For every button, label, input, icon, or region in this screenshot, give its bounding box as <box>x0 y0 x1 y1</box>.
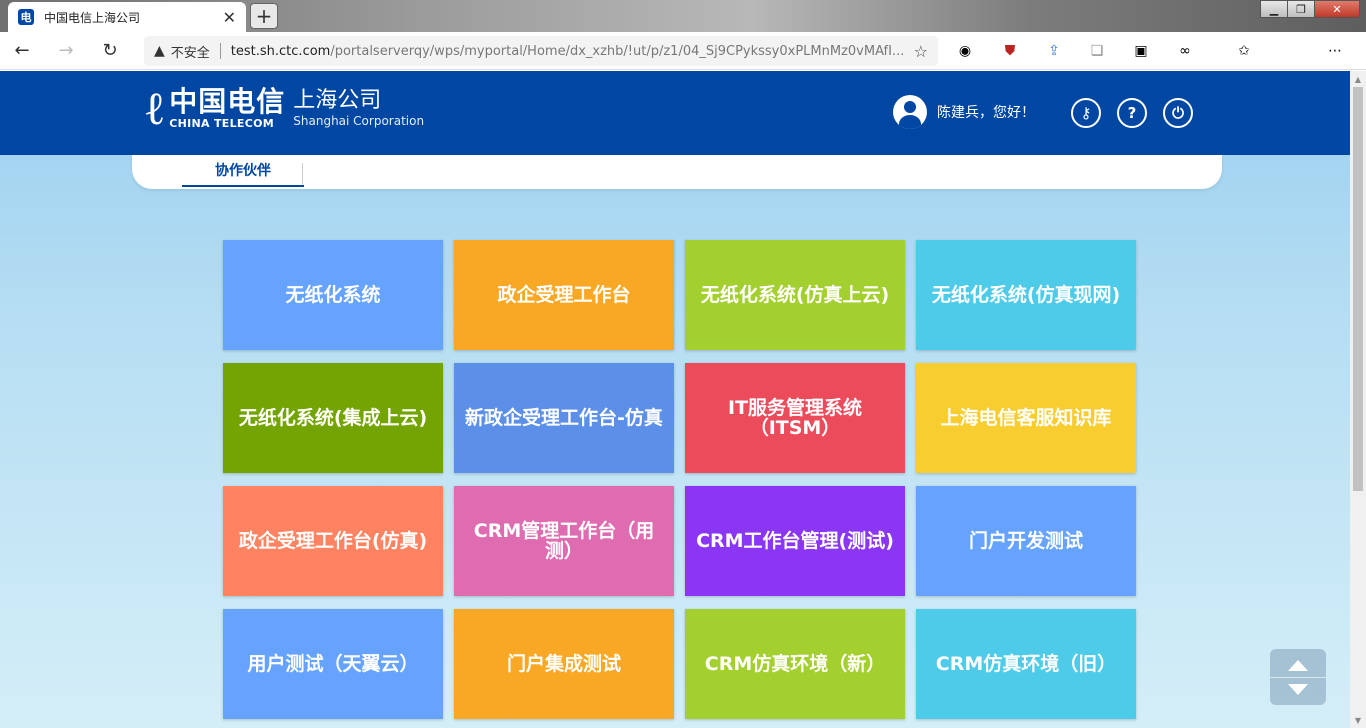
security-label: 不安全 <box>170 45 210 61</box>
nav-bar: 协作伙伴 <box>132 155 1222 189</box>
copy-icon[interactable]: ❏ <box>1088 42 1106 60</box>
user-info: 陈建兵，您好！ <box>893 95 1035 129</box>
app-tile[interactable]: CRM管理工作台（用测） <box>454 486 674 596</box>
scroll-thumb[interactable] <box>1353 87 1363 491</box>
browser-toolbar: ← → ↻ ▲ 不安全 test.sh.ctc.com /portalserve… <box>0 32 1366 70</box>
site-header: ℓ 中国电信 CHINA TELECOM 上海公司 Shanghai Corpo… <box>0 71 1350 155</box>
ublock-icon[interactable]: ⛊ <box>1001 42 1019 60</box>
url-host: test.sh.ctc.com <box>230 43 331 59</box>
app-tile[interactable]: 门户集成测试 <box>454 609 674 719</box>
tab-close-icon[interactable]: ✕ <box>223 8 236 27</box>
logo-sub-cn: 上海公司 <box>293 88 382 113</box>
logo-cn: 中国电信 <box>169 84 286 118</box>
extension-grid-icon[interactable]: ▣ <box>1132 42 1150 60</box>
maximize-icon[interactable]: ❐ <box>1287 0 1315 18</box>
upload-icon[interactable]: ⇪ <box>1045 42 1063 60</box>
page: ℓ 中国电信 CHINA TELECOM 上海公司 Shanghai Corpo… <box>0 71 1350 728</box>
browser-tab[interactable]: 电 中国电信上海公司 ✕ <box>8 2 246 32</box>
extension-icon[interactable]: ◉ <box>956 42 974 60</box>
back-button[interactable]: ← <box>0 32 44 70</box>
new-tab-button[interactable]: + <box>250 3 278 29</box>
logo[interactable]: ℓ 中国电信 CHINA TELECOM 上海公司 Shanghai Corpo… <box>146 85 424 131</box>
divider <box>302 163 303 185</box>
scroll-up-icon[interactable] <box>1288 659 1308 671</box>
tab-title: 中国电信上海公司 <box>44 10 141 25</box>
minimize-icon[interactable]: ▁ <box>1260 0 1288 18</box>
key-icon[interactable]: ⚷ <box>1071 98 1101 128</box>
app-tile[interactable]: CRM仿真环境（新） <box>685 609 905 719</box>
window-close-icon[interactable]: ✕ <box>1314 0 1360 18</box>
scrollbar[interactable]: ▲ ▼ <box>1350 71 1366 728</box>
app-tile[interactable]: 门户开发测试 <box>916 486 1136 596</box>
scroll-arrow-up-icon[interactable]: ▲ <box>1350 71 1366 87</box>
warning-icon: ▲ <box>154 43 165 59</box>
reload-button[interactable]: ↻ <box>88 32 132 70</box>
divider <box>1270 676 1326 678</box>
divider <box>219 43 221 59</box>
app-tile[interactable]: 新政企受理工作台-仿真 <box>454 363 674 473</box>
forward-button[interactable]: → <box>44 32 88 70</box>
logo-sub: 上海公司 Shanghai Corporation <box>293 88 424 128</box>
app-tile[interactable]: CRM仿真环境（旧） <box>916 609 1136 719</box>
app-tile[interactable]: 政企受理工作台 <box>454 240 674 350</box>
scroll-control <box>1270 649 1326 705</box>
site-favicon-icon: 电 <box>18 9 34 25</box>
url-path: /portalserverqy/wps/myportal/Home/dx_xzh… <box>330 43 905 59</box>
app-tile[interactable]: 上海电信客服知识库 <box>916 363 1136 473</box>
app-tile[interactable]: 无纸化系统(仿真上云) <box>685 240 905 350</box>
add-favorite-icon[interactable]: ☆ <box>914 42 928 61</box>
app-tile[interactable]: 用户测试（天翼云） <box>223 609 443 719</box>
app-tile[interactable]: 无纸化系统 <box>223 240 443 350</box>
browser-tab-strip: 电 中国电信上海公司 ✕ + ▁ ❐ ✕ <box>0 0 1366 32</box>
greeting: 陈建兵，您好！ <box>937 105 1035 121</box>
logo-en: CHINA TELECOM <box>169 116 274 130</box>
favorites-icon[interactable]: ✩ <box>1235 42 1253 60</box>
china-telecom-logo-icon: ℓ <box>146 81 164 135</box>
address-bar[interactable]: ▲ 不安全 test.sh.ctc.com /portalserverqy/wp… <box>144 36 938 66</box>
infinity-icon[interactable]: ∞ <box>1176 42 1194 60</box>
app-tile[interactable]: 无纸化系统(仿真现网) <box>916 240 1136 350</box>
app-tile[interactable]: 政企受理工作台(仿真) <box>223 486 443 596</box>
scroll-down-icon[interactable] <box>1288 683 1308 695</box>
avatar <box>893 95 927 129</box>
power-icon[interactable]: ⏻ <box>1163 98 1193 128</box>
logo-sub-en: Shanghai Corporation <box>293 114 425 128</box>
app-tile[interactable]: IT服务管理系统（ITSM） <box>685 363 905 473</box>
app-tile[interactable]: CRM工作台管理(测试) <box>685 486 905 596</box>
window-controls: ▁ ❐ ✕ <box>1260 0 1360 18</box>
help-icon[interactable]: ? <box>1117 98 1147 128</box>
app-tile[interactable]: 无纸化系统(集成上云) <box>223 363 443 473</box>
menu-icon[interactable]: ⋯ <box>1326 42 1344 60</box>
scroll-arrow-down-icon[interactable]: ▼ <box>1350 712 1366 728</box>
tab-partner[interactable]: 协作伙伴 <box>182 159 304 187</box>
logo-text: 中国电信 CHINA TELECOM <box>169 84 286 130</box>
app-tile-grid: 无纸化系统 政企受理工作台 无纸化系统(仿真上云) 无纸化系统(仿真现网) 无纸化系统(… <box>223 240 1137 719</box>
